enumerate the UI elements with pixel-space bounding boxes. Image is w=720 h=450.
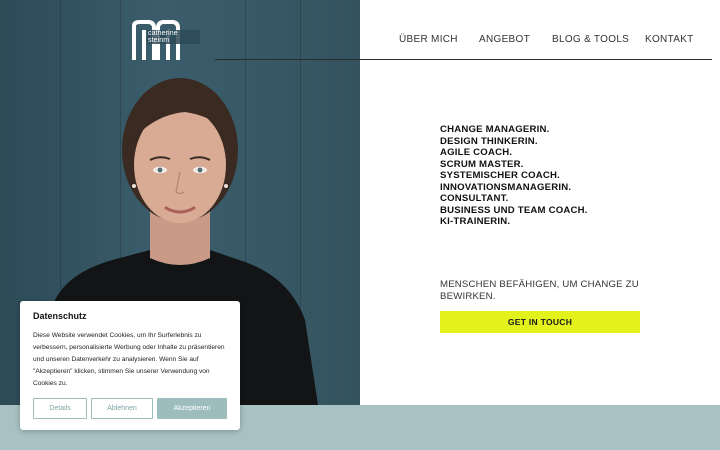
logo-wordmark: catherine steinm <box>147 30 200 44</box>
cookie-text: Diese Website verwendet Cookies, um Ihr … <box>33 332 225 387</box>
hero-tagline: MENSCHEN BEFÄHIGEN, UM CHANGE ZU BEWIRKE… <box>440 279 639 302</box>
role-item: AGILE COACH. <box>440 147 513 158</box>
role-item: CHANGE MANAGERIN. <box>440 124 550 135</box>
brand-logo[interactable]: catherine steinm <box>130 18 200 62</box>
cookie-reject-button[interactable]: Ablehnen <box>91 398 153 419</box>
main-nav: ÜBER MICH ANGEBOT BLOG & TOOLS KONTAKT <box>360 34 720 48</box>
nav-divider <box>215 59 712 60</box>
role-item: DESIGN THINKERIN. <box>440 135 538 147</box>
cookie-details-button[interactable]: Details <box>33 398 87 419</box>
nav-item-kontakt[interactable]: KONTAKT <box>645 34 694 45</box>
role-item: SYSTEMISCHER COACH. <box>440 170 561 181</box>
nav-item-blog-tools[interactable]: BLOG & TOOLS <box>552 34 629 45</box>
cookie-accept-button[interactable]: Akzeptieren <box>157 398 227 419</box>
role-item: CONSULTANT. <box>440 193 509 204</box>
role-item: KI-TRAINERIN. <box>440 216 511 227</box>
nav-item-angebot[interactable]: ANGEBOT <box>479 34 530 45</box>
get-in-touch-button[interactable]: GET IN TOUCH <box>440 311 640 333</box>
nav-item-ueber-mich[interactable]: ÜBER MICH <box>399 34 458 45</box>
role-item: BUSINESS UND TEAM COACH. <box>440 204 588 216</box>
role-item: SCRUM MASTER. <box>440 158 524 170</box>
cookie-dialog: Datenschutz Diese Website verwendet Cook… <box>20 301 240 430</box>
role-item: INNOVATIONSMANAGERIN. <box>440 181 572 193</box>
cookie-title: Datenschutz <box>33 311 87 321</box>
roles-list: CHANGE MANAGERIN. DESIGN THINKERIN. AGIL… <box>440 124 588 228</box>
